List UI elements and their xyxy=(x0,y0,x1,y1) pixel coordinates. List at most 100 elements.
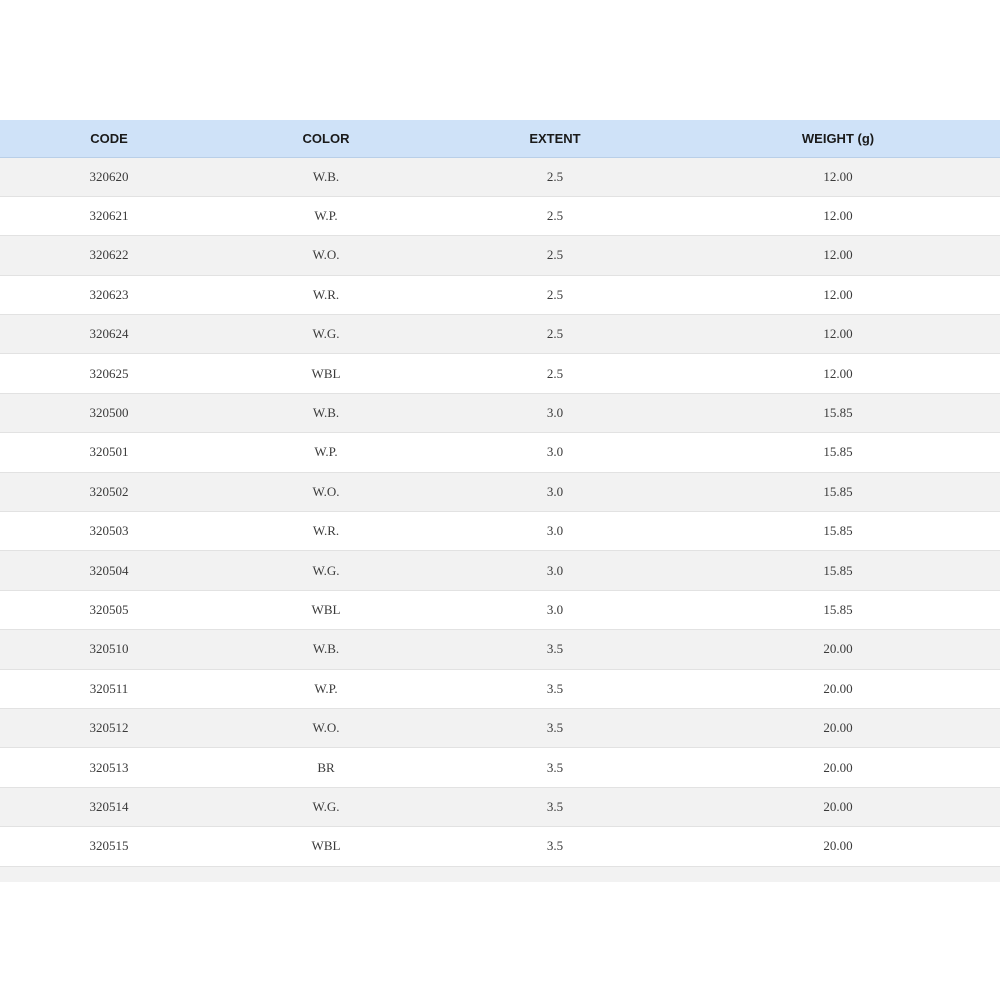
cell-extent: 3.0 xyxy=(434,393,676,434)
cell-code: 320514 xyxy=(0,787,218,828)
cell-code: 320504 xyxy=(0,550,218,591)
table-row: 320512 W.O. 3.5 20.00 xyxy=(0,708,1000,749)
cell-color: W.O. xyxy=(218,472,434,513)
table-row: 320514 W.G. 3.5 20.00 xyxy=(0,787,1000,828)
cell-color: W.O. xyxy=(218,235,434,276)
cell-code: 320621 xyxy=(0,196,218,237)
cell-weight: 20.00 xyxy=(676,787,1000,828)
table-row: 320515 WBL 3.5 20.00 xyxy=(0,826,1000,867)
cell-code: 320515 xyxy=(0,826,218,867)
cell-extent: 3.5 xyxy=(434,629,676,670)
table-row: 320620 W.B. 2.5 12.00 xyxy=(0,157,1000,197)
cell-weight: 12.00 xyxy=(676,275,1000,316)
header-extent: EXTENT xyxy=(434,120,676,158)
table-row: 320503 W.R. 3.0 15.85 xyxy=(0,511,1000,552)
cell-weight: 12.00 xyxy=(676,353,1000,394)
cell-extent: 2.5 xyxy=(434,235,676,276)
cell-code: 320503 xyxy=(0,511,218,552)
cell-weight: 20.00 xyxy=(676,708,1000,749)
cell-extent: 3.5 xyxy=(434,787,676,828)
cell-code: 320511 xyxy=(0,669,218,709)
cell-code: 320513 xyxy=(0,747,218,788)
cell-color: W.G. xyxy=(218,787,434,828)
cell-color: W.O. xyxy=(218,708,434,749)
cell-color: W.P. xyxy=(218,669,434,709)
cell-code: 320500 xyxy=(0,393,218,434)
cell-extent: 2.5 xyxy=(434,275,676,316)
cell-color: W.R. xyxy=(218,275,434,316)
cell-weight: 12.00 xyxy=(676,314,1000,355)
cell-color: WBL xyxy=(218,590,434,631)
cell-extent: 3.5 xyxy=(434,708,676,749)
cell-weight: 15.85 xyxy=(676,432,1000,473)
cell-weight: 15.85 xyxy=(676,472,1000,513)
cell-weight: 20.00 xyxy=(676,747,1000,788)
header-weight: WEIGHT (g) xyxy=(676,120,1000,158)
cell-code: 320624 xyxy=(0,314,218,355)
table-footer-strip xyxy=(0,867,1000,882)
table-row: 320625 WBL 2.5 12.00 xyxy=(0,353,1000,394)
cell-color: W.B. xyxy=(218,157,434,197)
cell-extent: 3.0 xyxy=(434,432,676,473)
cell-code: 320512 xyxy=(0,708,218,749)
cell-weight: 15.85 xyxy=(676,550,1000,591)
cell-extent: 2.5 xyxy=(434,196,676,237)
header-row: CODE COLOR EXTENT WEIGHT (g) xyxy=(0,120,1000,158)
table-row: 320621 W.P. 2.5 12.00 xyxy=(0,196,1000,237)
cell-color: WBL xyxy=(218,353,434,394)
cell-code: 320501 xyxy=(0,432,218,473)
cell-code: 320620 xyxy=(0,157,218,197)
cell-color: W.B. xyxy=(218,629,434,670)
cell-code: 320505 xyxy=(0,590,218,631)
table-row: 320500 W.B. 3.0 15.85 xyxy=(0,393,1000,434)
cell-extent: 2.5 xyxy=(434,157,676,197)
cell-extent: 3.5 xyxy=(434,826,676,867)
table-row: 320505 WBL 3.0 15.85 xyxy=(0,590,1000,631)
table-row: 320623 W.R. 2.5 12.00 xyxy=(0,275,1000,316)
cell-color: W.B. xyxy=(218,393,434,434)
table-header: CODE COLOR EXTENT WEIGHT (g) xyxy=(0,120,1000,158)
cell-color: BR xyxy=(218,747,434,788)
cell-color: W.G. xyxy=(218,314,434,355)
cell-color: WBL xyxy=(218,826,434,867)
cell-color: W.P. xyxy=(218,432,434,473)
cell-weight: 12.00 xyxy=(676,196,1000,237)
cell-extent: 3.0 xyxy=(434,472,676,513)
table-row: 320624 W.G. 2.5 12.00 xyxy=(0,314,1000,355)
cell-extent: 2.5 xyxy=(434,314,676,355)
cell-code: 320625 xyxy=(0,353,218,394)
cell-weight: 12.00 xyxy=(676,157,1000,197)
table-row: 320511 W.P. 3.5 20.00 xyxy=(0,669,1000,709)
cell-extent: 3.0 xyxy=(434,550,676,591)
header-color: COLOR xyxy=(218,120,434,158)
cell-color: W.G. xyxy=(218,550,434,591)
cell-weight: 20.00 xyxy=(676,629,1000,670)
table-row: 320513 BR 3.5 20.00 xyxy=(0,747,1000,788)
table-row: 320622 W.O. 2.5 12.00 xyxy=(0,235,1000,276)
table-row: 320502 W.O. 3.0 15.85 xyxy=(0,472,1000,513)
table-body: 320620 W.B. 2.5 12.00 320621 W.P. 2.5 12.00 3206… xyxy=(0,157,1000,867)
table-row: 320510 W.B. 3.5 20.00 xyxy=(0,629,1000,670)
cell-weight: 15.85 xyxy=(676,511,1000,552)
cell-color: W.R. xyxy=(218,511,434,552)
cell-code: 320622 xyxy=(0,235,218,276)
product-table-container: CODE COLOR EXTENT WEIGHT (g) 320620 W.B. 2… xyxy=(0,120,1000,867)
cell-weight: 20.00 xyxy=(676,826,1000,867)
cell-extent: 3.5 xyxy=(434,669,676,709)
cell-extent: 3.5 xyxy=(434,747,676,788)
header-code: CODE xyxy=(0,120,218,158)
cell-code: 320502 xyxy=(0,472,218,513)
cell-weight: 15.85 xyxy=(676,590,1000,631)
cell-extent: 3.0 xyxy=(434,511,676,552)
table-row: 320501 W.P. 3.0 15.85 xyxy=(0,432,1000,473)
cell-extent: 2.5 xyxy=(434,353,676,394)
cell-weight: 15.85 xyxy=(676,393,1000,434)
product-table: CODE COLOR EXTENT WEIGHT (g) 320620 W.B. 2… xyxy=(0,120,1000,867)
cell-extent: 3.0 xyxy=(434,590,676,631)
cell-weight: 20.00 xyxy=(676,669,1000,709)
cell-code: 320510 xyxy=(0,629,218,670)
cell-code: 320623 xyxy=(0,275,218,316)
cell-color: W.P. xyxy=(218,196,434,237)
table-row: 320504 W.G. 3.0 15.85 xyxy=(0,550,1000,591)
cell-weight: 12.00 xyxy=(676,235,1000,276)
